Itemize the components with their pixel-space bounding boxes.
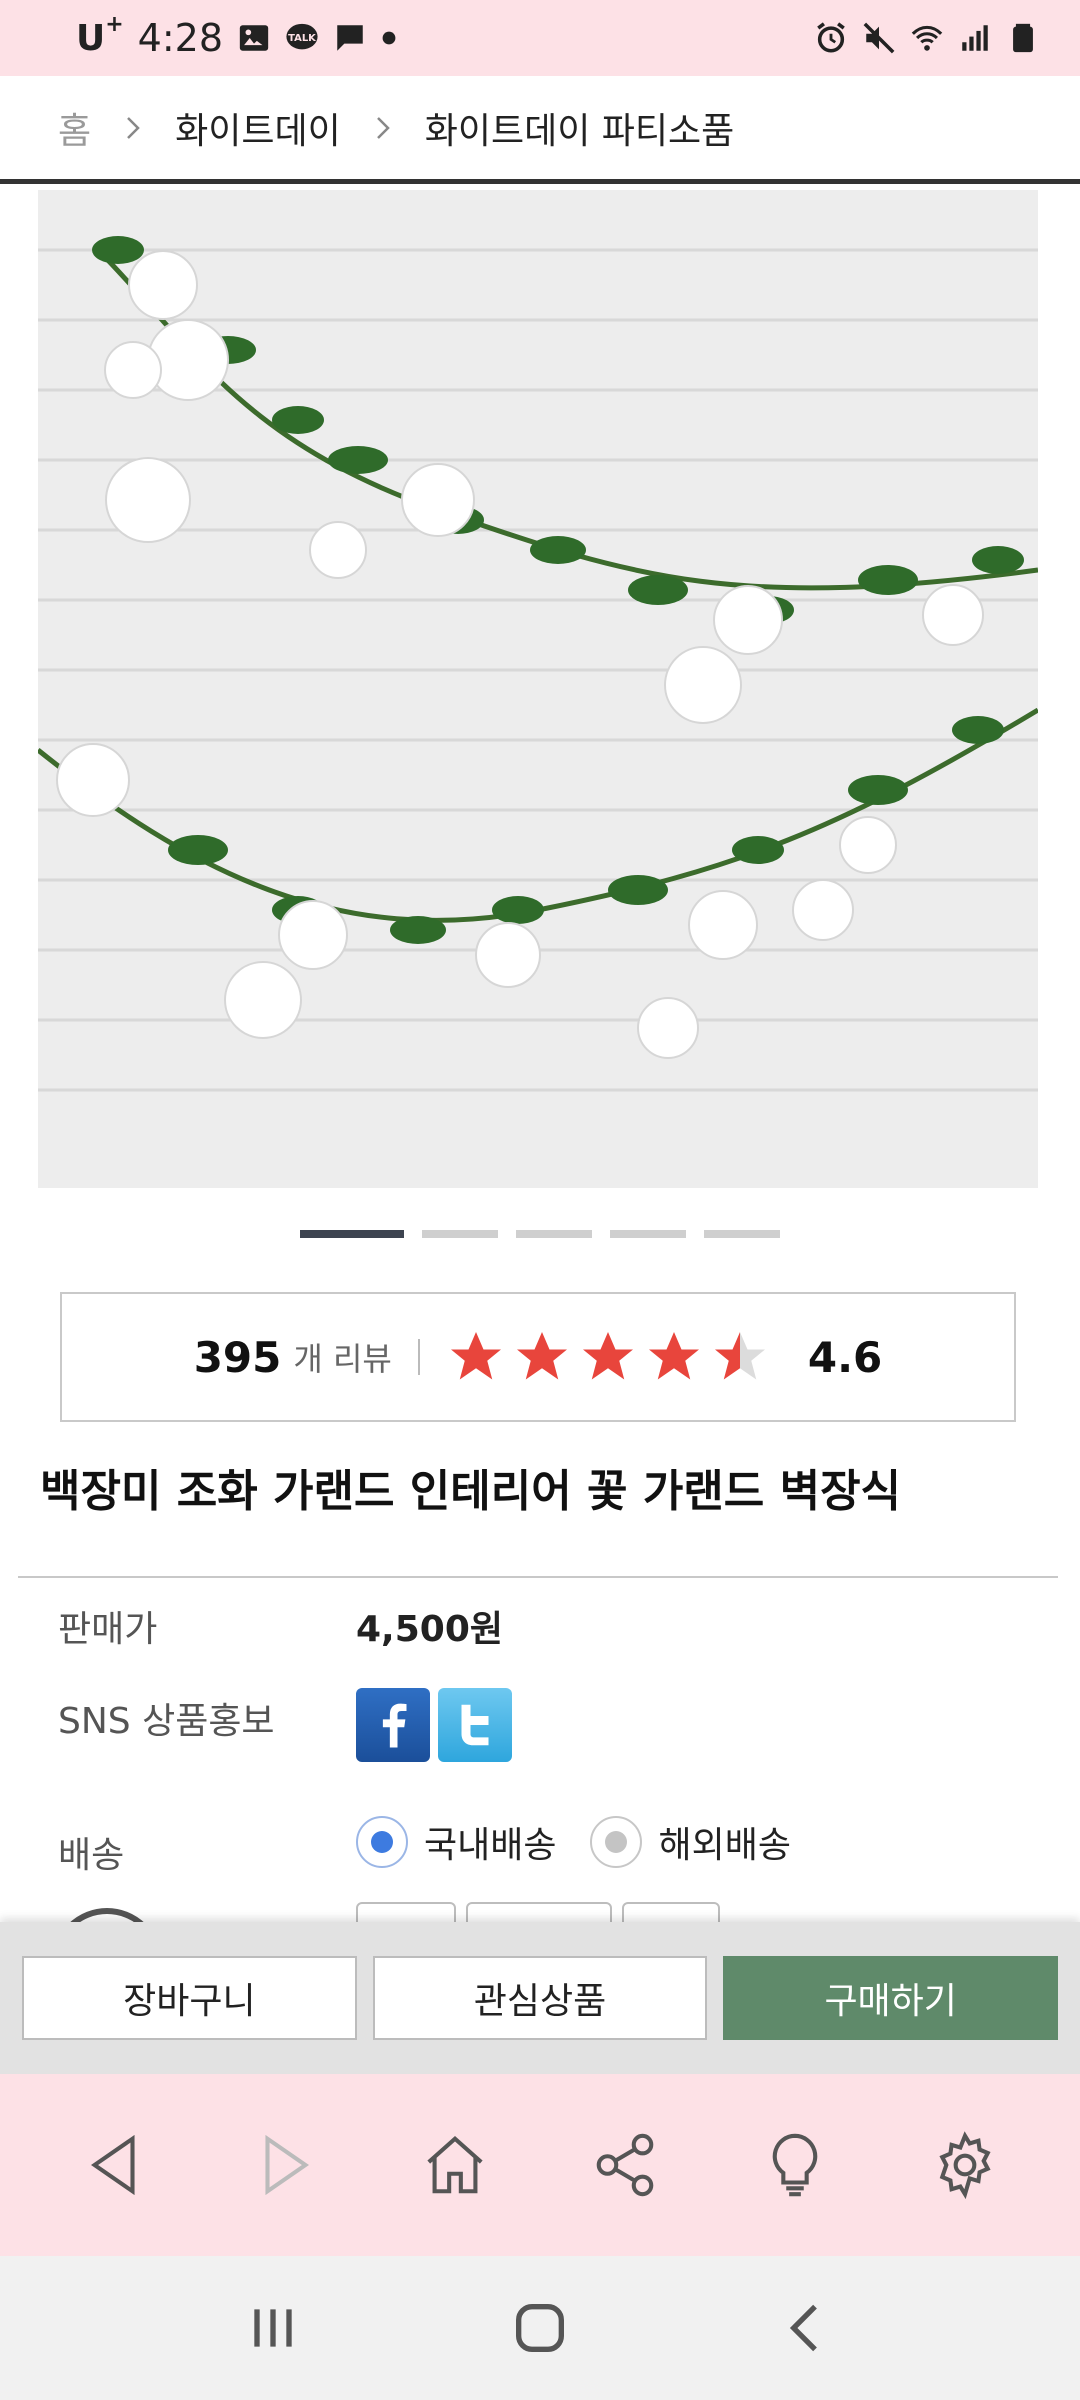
divider bbox=[18, 1576, 1058, 1578]
star-full-icon bbox=[450, 1332, 501, 1380]
svg-text:TALK: TALK bbox=[288, 33, 316, 44]
breadcrumb: 홈 화이트데이 화이트데이 파티소품 bbox=[0, 76, 1080, 184]
home-icon[interactable] bbox=[508, 2296, 572, 2360]
rating-stars bbox=[446, 1327, 770, 1387]
buy-button[interactable]: 구매하기 bbox=[723, 1956, 1059, 2040]
shipping-label: 배송 bbox=[58, 1835, 125, 1876]
sns-label: SNS 상품홍보 bbox=[58, 1701, 275, 1742]
product-title: 백장미 조화 가랜드 인테리어 꽃 가랜드 벽장식 bbox=[40, 1466, 902, 1517]
carrier-label: U+ bbox=[76, 11, 124, 59]
status-time: 4:28 bbox=[137, 16, 224, 60]
option-box[interactable] bbox=[466, 1902, 612, 1924]
dot-icon bbox=[381, 21, 397, 55]
price-label: 판매가 bbox=[58, 1609, 158, 1650]
breadcrumb-home[interactable]: 홈 bbox=[58, 102, 91, 154]
share-icon[interactable] bbox=[590, 2130, 660, 2200]
twitter-share-button[interactable] bbox=[438, 1688, 512, 1762]
kakaotalk-icon: TALK bbox=[285, 21, 319, 55]
forward-icon[interactable] bbox=[250, 2130, 320, 2200]
browser-toolbar bbox=[0, 2074, 1080, 2256]
pager-dot[interactable] bbox=[610, 1230, 686, 1238]
message-icon bbox=[333, 21, 367, 55]
price-value: 4,500원 bbox=[356, 1609, 503, 1650]
sns-buttons bbox=[356, 1688, 512, 1762]
option-box[interactable] bbox=[622, 1902, 720, 1924]
image-icon bbox=[237, 21, 271, 55]
settings-icon[interactable] bbox=[930, 2130, 1000, 2200]
breadcrumb-level1[interactable]: 화이트데이 bbox=[175, 102, 341, 154]
lightbulb-icon[interactable] bbox=[760, 2130, 830, 2200]
rating-value: 4.6 bbox=[807, 1332, 883, 1382]
gallery-pager bbox=[0, 1230, 1080, 1238]
status-bar: U+ 4:28 TALK bbox=[0, 0, 1080, 76]
wishlist-button[interactable]: 관심상품 bbox=[372, 1956, 708, 2040]
battery-icon bbox=[1006, 21, 1040, 55]
chevron-right-icon bbox=[113, 108, 153, 148]
shipping-domestic-label[interactable]: 국내배송 bbox=[424, 1816, 556, 1868]
pager-dot[interactable] bbox=[422, 1230, 498, 1238]
cart-button[interactable]: 장바구니 bbox=[22, 1956, 357, 2040]
purchase-action-bar: 장바구니 관심상품 구매하기 bbox=[0, 1922, 1080, 2074]
divider bbox=[417, 1339, 420, 1375]
review-count: 395 bbox=[193, 1332, 282, 1382]
facebook-share-button[interactable] bbox=[356, 1688, 430, 1762]
alarm-icon bbox=[814, 21, 848, 55]
review-summary[interactable]: 395 개 리뷰 4.6 bbox=[60, 1292, 1016, 1422]
review-unit: 개 리뷰 bbox=[293, 1340, 392, 1378]
back-icon[interactable] bbox=[80, 2130, 150, 2200]
star-full-icon bbox=[582, 1332, 633, 1380]
back-icon[interactable] bbox=[775, 2296, 839, 2360]
star-full-icon bbox=[648, 1332, 699, 1380]
partial-content bbox=[0, 1898, 1080, 1924]
chevron-right-icon bbox=[363, 108, 403, 148]
system-navigation-bar bbox=[0, 2256, 1080, 2400]
facebook-icon bbox=[382, 1703, 407, 1748]
shipping-overseas-label[interactable]: 해외배송 bbox=[658, 1816, 790, 1868]
shipping-domestic-radio[interactable] bbox=[356, 1816, 408, 1868]
shipping-overseas-radio[interactable] bbox=[590, 1816, 643, 1868]
signal-icon bbox=[958, 21, 992, 55]
recents-icon[interactable] bbox=[241, 2296, 305, 2360]
star-half-icon bbox=[714, 1332, 765, 1380]
wifi-icon bbox=[910, 21, 944, 55]
option-box[interactable] bbox=[356, 1902, 456, 1924]
product-image[interactable] bbox=[38, 190, 1038, 1188]
breadcrumb-level2[interactable]: 화이트데이 파티소품 bbox=[425, 102, 735, 154]
twitter-icon bbox=[461, 1704, 489, 1746]
star-full-icon bbox=[516, 1332, 567, 1380]
pager-dot[interactable] bbox=[300, 1230, 404, 1238]
mute-icon bbox=[862, 21, 896, 55]
pager-dot[interactable] bbox=[704, 1230, 780, 1238]
home-icon[interactable] bbox=[420, 2130, 490, 2200]
shipping-options: 국내배송 해외배송 bbox=[356, 1816, 825, 1868]
pager-dot[interactable] bbox=[516, 1230, 592, 1238]
